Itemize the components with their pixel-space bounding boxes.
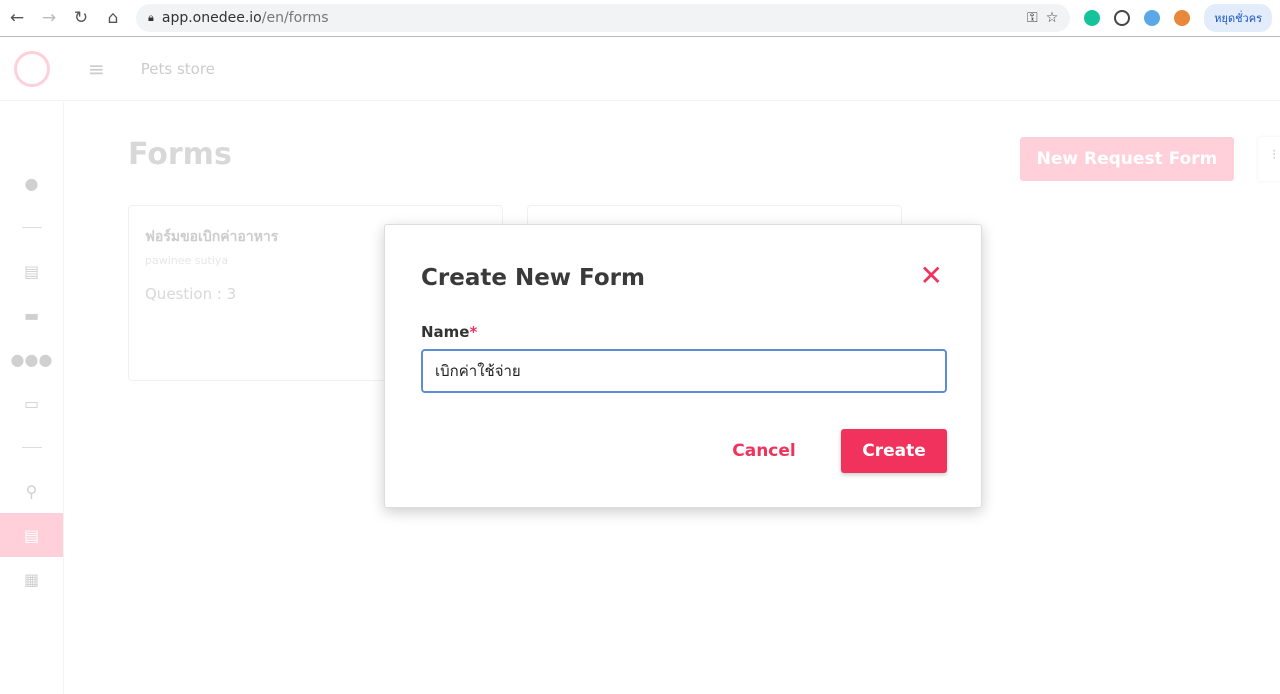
- browser-toolbar: ← → ↻ ⌂ 🔒︎ app.onedee.io/en/forms ⚿ ☆ หย…: [0, 0, 1280, 37]
- name-label: Name*: [421, 323, 478, 341]
- home-icon[interactable]: ⌂: [104, 8, 122, 28]
- briefcase-clock-icon: ▬: [23, 305, 40, 325]
- image-extension-icon[interactable]: [1174, 10, 1191, 26]
- sidebar-item-employees[interactable]: ▭: [0, 381, 63, 425]
- users-icon: ●●●: [10, 349, 53, 369]
- dialog-title: Create New Form: [421, 265, 645, 291]
- password-icon[interactable]: [1114, 10, 1131, 26]
- close-icon[interactable]: ✕: [920, 259, 943, 292]
- grammarly-icon[interactable]: [1084, 10, 1101, 26]
- sidebar: ● ▤ ▬ ●●● ▭ ⚲ ▤ ▦: [0, 102, 64, 694]
- forward-icon[interactable]: →: [40, 8, 58, 28]
- sidebar-item-documents[interactable]: ▤: [0, 249, 63, 293]
- cancel-button[interactable]: Cancel: [721, 429, 807, 473]
- key-icon[interactable]: ⚿: [1027, 10, 1038, 26]
- profile-button[interactable]: หยุดชั่วคร: [1204, 4, 1272, 32]
- store-name: Pets store: [140, 59, 215, 78]
- clipboard-list-icon: ▤: [23, 525, 40, 545]
- file-icon: ▤: [23, 261, 40, 281]
- url-path: /en/forms: [261, 10, 329, 26]
- list-icon: ⁝: [1272, 147, 1277, 163]
- address-bar[interactable]: 🔒︎ app.onedee.io/en/forms ⚿ ☆: [136, 4, 1071, 32]
- sidebar-item-forms[interactable]: ▤: [0, 513, 63, 557]
- new-request-form-button[interactable]: New Request Form: [1020, 137, 1234, 181]
- user-circle-icon: ●: [24, 173, 39, 193]
- app-logo[interactable]: [14, 50, 50, 87]
- app-header: ≡ Pets store: [0, 37, 1280, 101]
- create-form-dialog: Create New Form ✕ Name* Cancel Create: [384, 224, 982, 508]
- url-host: app.onedee.io: [161, 10, 262, 26]
- sidebar-item-profile[interactable]: ●: [0, 161, 63, 205]
- page-title: Forms: [128, 137, 232, 172]
- create-button[interactable]: Create: [841, 429, 947, 473]
- id-card-icon: ▭: [23, 393, 40, 413]
- sidebar-item-team[interactable]: ●●●: [0, 337, 63, 381]
- back-icon[interactable]: ←: [8, 8, 26, 28]
- lock-icon: 🔒︎: [148, 11, 154, 24]
- extension-v-icon[interactable]: [1144, 10, 1161, 26]
- reload-icon[interactable]: ↻: [72, 8, 90, 28]
- name-input[interactable]: [421, 349, 947, 393]
- sidebar-item-leave[interactable]: ▬: [0, 293, 63, 337]
- menu-icon[interactable]: ≡: [88, 57, 105, 81]
- grid-view-button[interactable]: ⁝: [1258, 137, 1280, 181]
- divider: [0, 205, 63, 249]
- pin-icon: ⚲: [25, 481, 38, 501]
- sidebar-item-location[interactable]: ⚲: [0, 469, 63, 513]
- star-icon[interactable]: ☆: [1046, 10, 1059, 26]
- required-mark: *: [469, 323, 478, 341]
- divider: [0, 425, 63, 469]
- sidebar-item-company[interactable]: ▦: [0, 557, 63, 601]
- building-icon: ▦: [23, 569, 40, 589]
